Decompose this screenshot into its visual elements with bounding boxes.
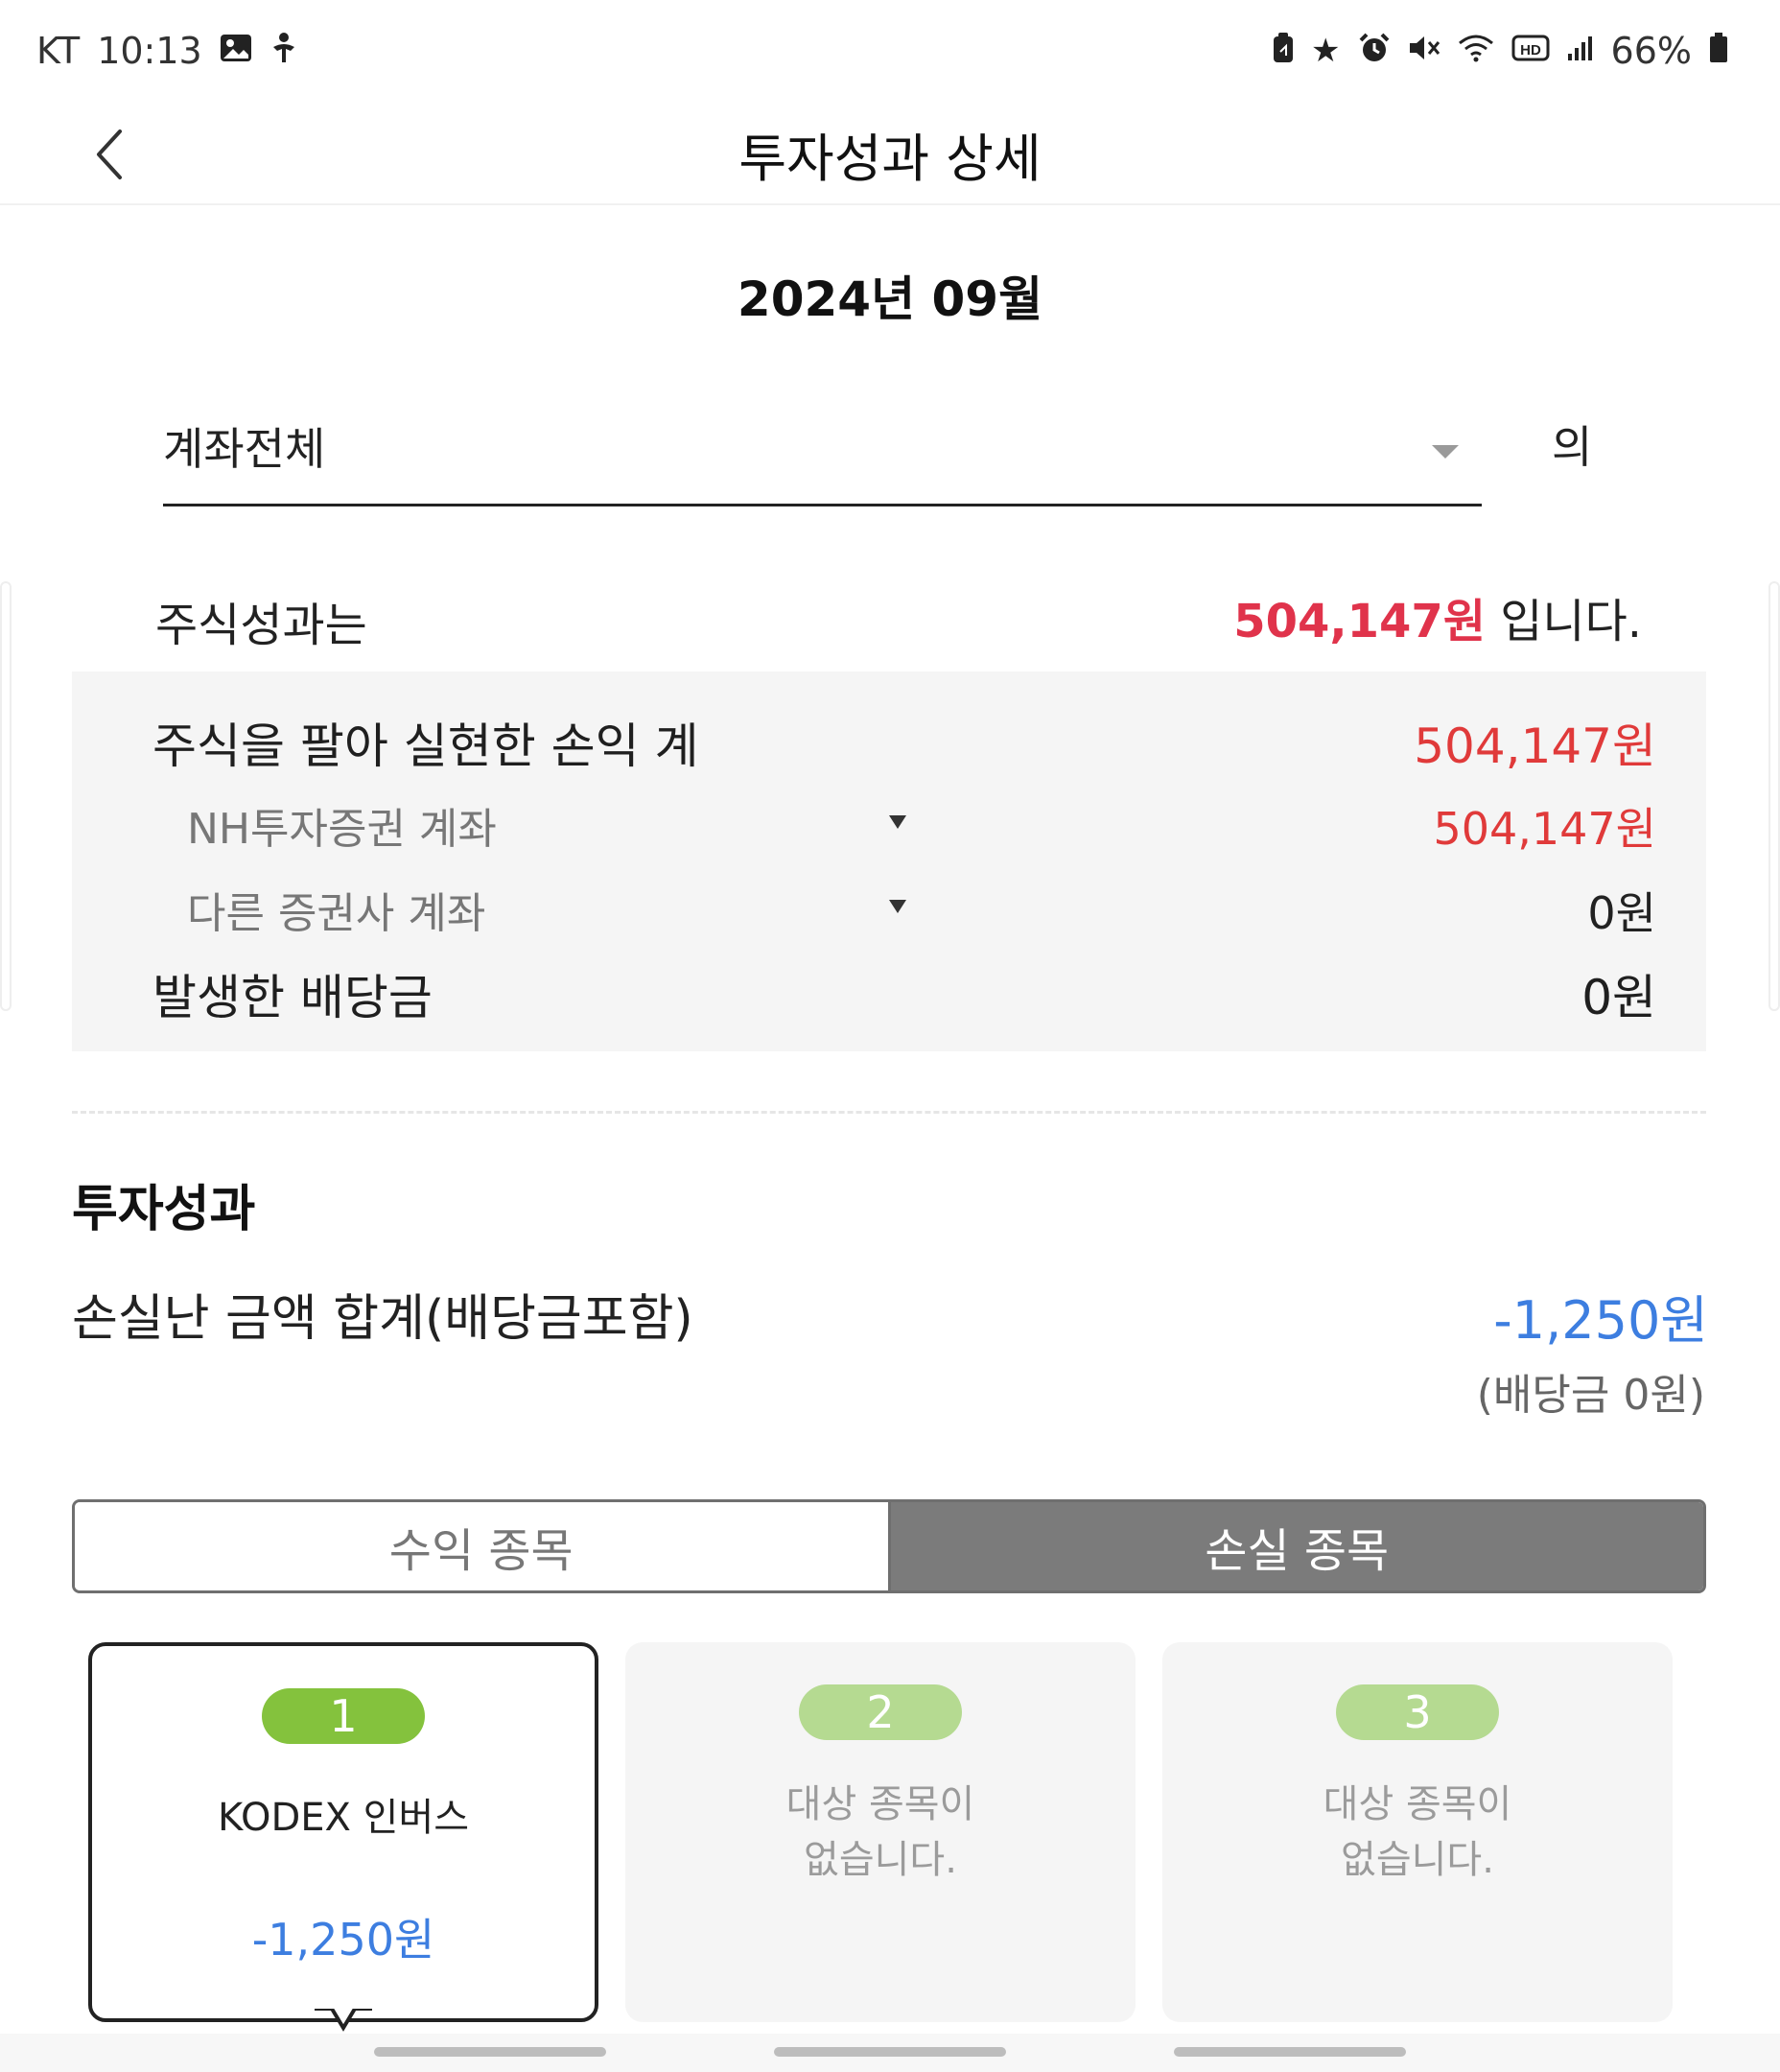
account-value: 0원 — [1587, 887, 1656, 939]
rank-badge: 1 — [262, 1688, 425, 1744]
loss-total-label: 손실난 금액 합계(배당금포함) — [72, 1290, 693, 1348]
carrier-label: KT — [36, 30, 81, 72]
expand-nh-toggle[interactable] — [883, 808, 912, 836]
svg-text:HD: HD — [1520, 42, 1541, 59]
dividend-note: (배당금 0원) — [1476, 1371, 1705, 1420]
detail-box: 주식을 팔아 실현한 손익 계 504,147원 NH투자증권 계좌 504,1… — [72, 671, 1706, 1051]
account-suffix: 의 — [1552, 421, 1593, 473]
status-right: ★ HD 66% — [1273, 30, 1728, 72]
expand-other-toggle[interactable] — [883, 892, 912, 921]
empty-message-line: 대상 종목이 — [1323, 1782, 1512, 1826]
wifi-icon — [1458, 34, 1494, 68]
status-left: KT 10:13 — [36, 30, 298, 72]
rank-badge: 3 — [1336, 1684, 1499, 1740]
dropdown-arrow-icon — [1432, 445, 1459, 459]
nav-hint-left[interactable] — [374, 2047, 606, 2057]
card-pointer — [315, 2007, 372, 2032]
empty-message: 대상 종목이 없습니다. — [1162, 1777, 1673, 1888]
status-bar: KT 10:13 ★ HD 66% — [0, 0, 1780, 102]
summary-label: 주식성과는 — [155, 599, 367, 652]
nav-hint-right[interactable] — [1174, 2047, 1406, 2057]
tab-group: 수익 종목 손실 종목 — [72, 1499, 1706, 1593]
stock-loss-value: -1,250원 — [251, 1914, 435, 1966]
summary-line: 주식성과는 504,147원 입니다. — [155, 581, 1642, 652]
summary-suffix: 입니다. — [1486, 595, 1642, 648]
stock-card-2: 2 대상 종목이 없습니다. — [625, 1642, 1136, 2022]
caret-down-icon — [889, 815, 906, 829]
hd-icon: HD — [1511, 34, 1550, 68]
gesture-bar — [0, 2034, 1780, 2072]
clock: 10:13 — [97, 30, 202, 72]
account-label: 다른 증권사 계좌 — [187, 889, 486, 938]
battery-percent: 66% — [1610, 30, 1692, 72]
dividend-value: 0원 — [1581, 970, 1656, 1025]
tab-loss-stocks[interactable]: 손실 종목 — [887, 1502, 1703, 1590]
app-header: 투자성과 상세 — [0, 102, 1780, 205]
section-divider — [72, 1111, 1706, 1114]
stock-name: KODEX 인버스 — [217, 1796, 470, 1840]
signal-icon — [1567, 35, 1594, 67]
realized-value: 504,147원 — [1414, 718, 1656, 774]
tab-profit-stocks[interactable]: 수익 종목 — [75, 1502, 888, 1590]
section-title: 투자성과 — [72, 1181, 256, 1238]
left-edge-panel — [0, 581, 12, 1011]
right-edge-panel — [1768, 581, 1780, 1011]
empty-message-line: 없습니다. — [1341, 1838, 1494, 1882]
alarm-icon — [1358, 33, 1391, 69]
empty-message: 대상 종목이 없습니다. — [625, 1777, 1136, 1888]
summary-amount: 504,147원 — [1233, 595, 1486, 648]
empty-message-line: 대상 종목이 — [785, 1782, 975, 1826]
account-select-value: 계좌전체 — [163, 423, 326, 475]
accessibility-icon — [269, 32, 298, 70]
caret-down-icon — [889, 900, 906, 913]
realized-label: 주식을 팔아 실현한 손익 계 — [152, 718, 699, 774]
account-label: NH투자증권 계좌 — [187, 805, 497, 854]
summary-value: 504,147원 입니다. — [1233, 583, 1642, 650]
page-title: 투자성과 상세 — [738, 128, 1042, 189]
loss-total-value: -1,250원 — [1493, 1290, 1708, 1351]
image-icon — [220, 34, 252, 68]
rank-badge: 2 — [799, 1684, 962, 1740]
period-label: 2024년 09월 — [737, 271, 1043, 327]
battery-icon — [1709, 33, 1728, 69]
stock-card-1[interactable]: 1 KODEX 인버스 -1,250원 — [88, 1642, 598, 2032]
nav-hint-center[interactable] — [774, 2047, 1006, 2057]
account-select[interactable]: 계좌전체 — [163, 403, 1482, 506]
star-icon: ★ — [1311, 32, 1341, 70]
account-value: 504,147원 — [1433, 803, 1656, 855]
empty-message-line: 없습니다. — [804, 1838, 957, 1882]
mute-icon — [1408, 34, 1440, 68]
dividend-label: 발생한 배당금 — [152, 970, 433, 1025]
stock-card-3: 3 대상 종목이 없습니다. — [1162, 1642, 1673, 2022]
lock-screen-icon — [1273, 33, 1294, 69]
